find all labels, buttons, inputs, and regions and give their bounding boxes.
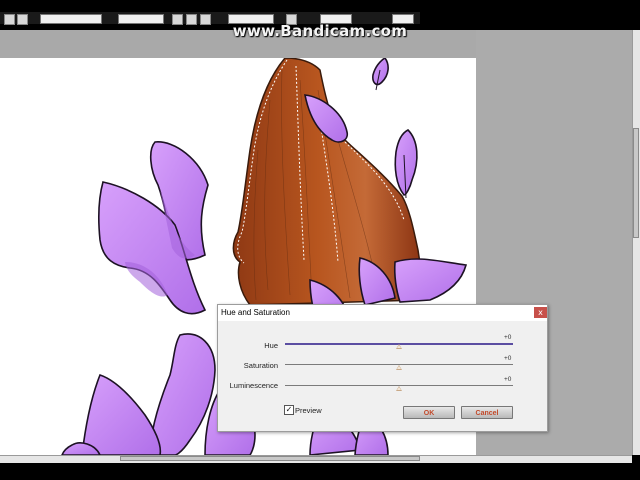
recording-watermark: www.Bandicam.com xyxy=(232,22,408,40)
preview-label: Preview xyxy=(295,406,322,415)
horizontal-scroll-thumb[interactable] xyxy=(120,456,420,461)
cancel-button[interactable]: Cancel xyxy=(461,406,513,419)
vertical-scroll-thumb[interactable] xyxy=(633,128,639,238)
flame-shape xyxy=(232,58,423,306)
luminescence-label: Luminescence xyxy=(229,381,278,390)
luminescence-slider-thumb[interactable] xyxy=(396,386,402,391)
saturation-slider-thumb[interactable] xyxy=(396,365,402,370)
hue-value: +0 xyxy=(504,334,512,341)
dialog-title: Hue and Saturation xyxy=(221,308,290,317)
hue-label: Hue xyxy=(264,341,278,350)
saturation-value: +0 xyxy=(504,355,512,362)
vertical-scrollbar[interactable] xyxy=(632,30,640,455)
preview-checkbox[interactable]: ✓ xyxy=(284,405,294,415)
ok-button[interactable]: OK xyxy=(403,406,455,419)
close-button[interactable]: x xyxy=(534,307,547,318)
hue-slider-thumb[interactable] xyxy=(396,344,402,349)
hue-saturation-dialog: Hue and Saturation x Hue +0 Saturation +… xyxy=(217,304,548,432)
saturation-label: Saturation xyxy=(243,361,278,370)
luminescence-value: +0 xyxy=(504,376,512,383)
